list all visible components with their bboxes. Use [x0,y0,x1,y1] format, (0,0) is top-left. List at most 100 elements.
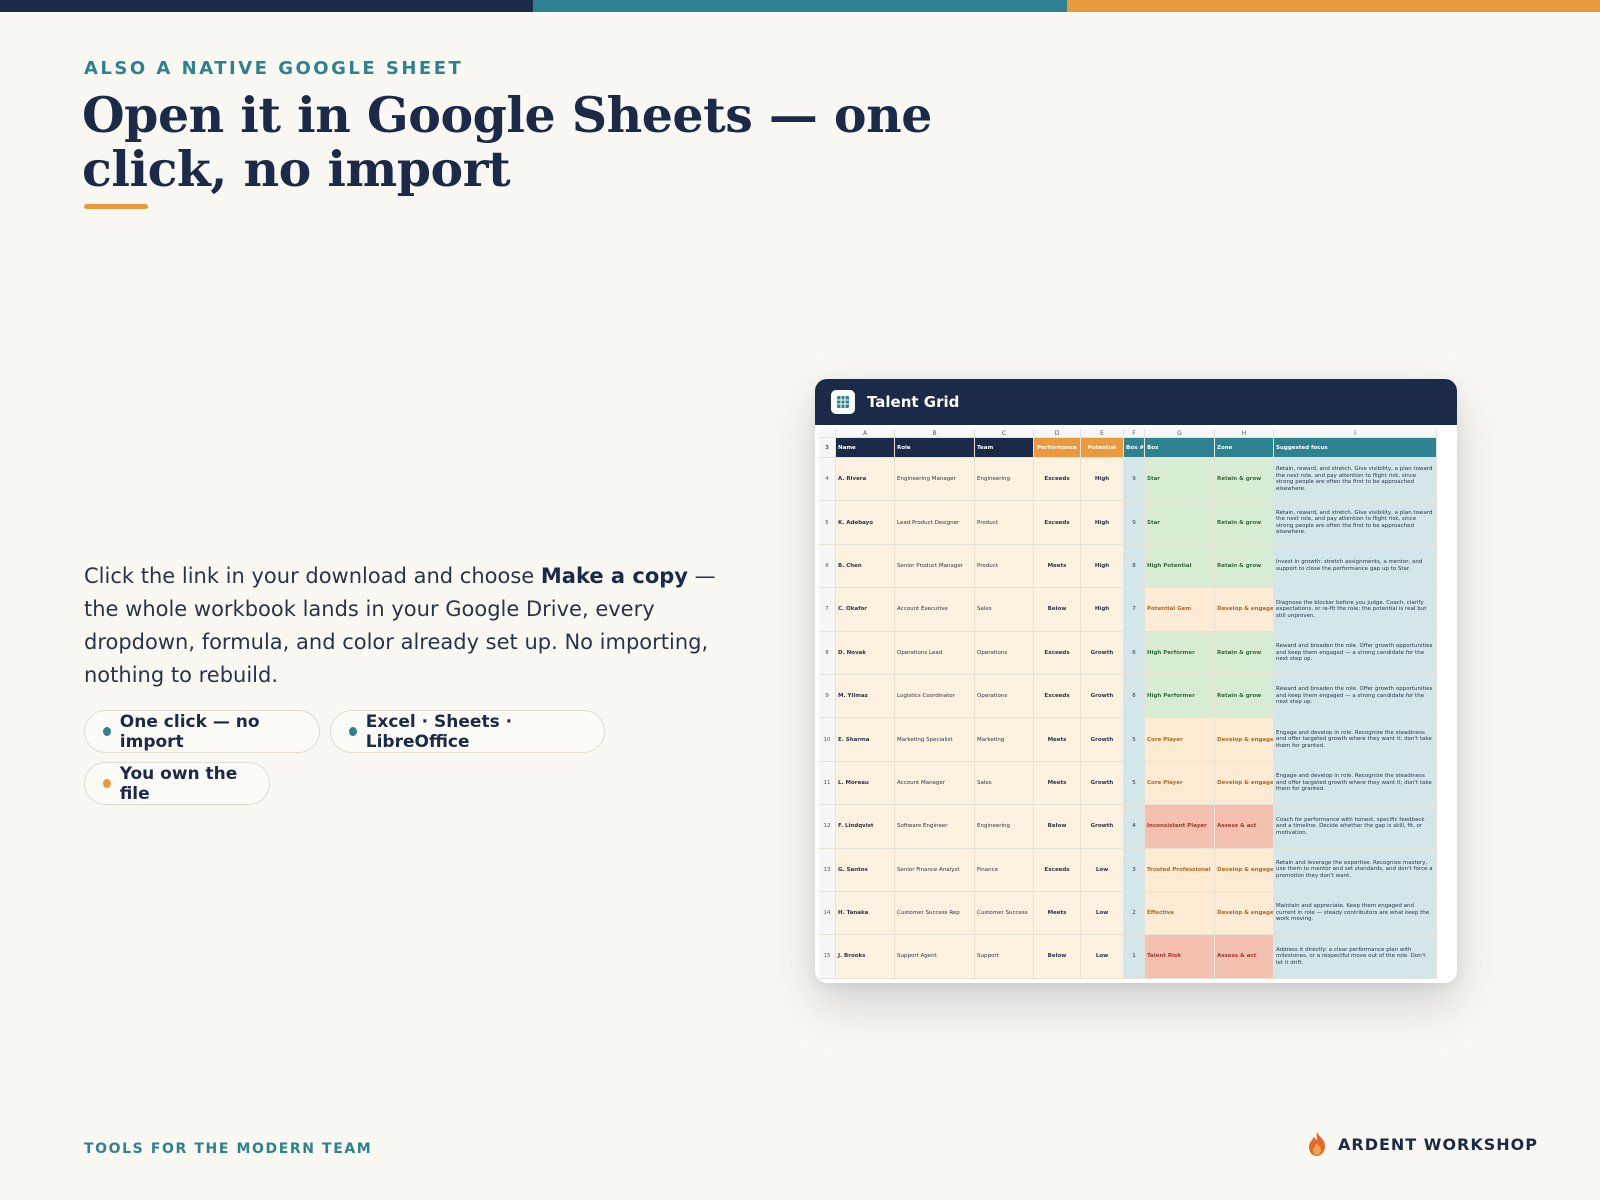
cell-potential: Low [1081,935,1124,979]
chip-label: One click — no import [119,711,260,752]
cell-zone: Develop & engage [1215,761,1274,806]
column-letter: I [1274,429,1437,438]
cell-name: K. Adebayo [836,501,895,545]
cell-box-number: 6 [1124,674,1145,719]
column-letter: H [1215,429,1274,438]
title-underline-accent [84,204,148,209]
cell-role: Support Agent [895,935,975,979]
cell-box-number: 3 [1124,848,1145,892]
column-header: Suggested focus [1274,438,1437,458]
cell-potential: High [1081,501,1124,545]
cell-zone: Retain & grow [1215,631,1274,675]
chip-dot-icon [349,727,357,736]
cell-role: Engineering Manager [895,458,975,502]
cell-team: Sales [975,761,1034,806]
cell-box: Star [1145,458,1215,502]
top-color-bar [0,0,1600,12]
table-row: 9 M. Yilmaz Logistics Coordinator Operation… [819,674,1437,719]
cell-zone: Retain & grow [1215,458,1274,502]
table-row: 11 L. Moreau Account Manager Sales Meets Grow… [819,761,1437,806]
cell-box-number: 4 [1124,805,1145,849]
cell-team: Customer Success [975,891,1034,936]
top-bar-segment-orange [1066,0,1600,12]
row-number: 5 [819,501,836,545]
cell-performance: Exceeds [1034,501,1081,545]
cell-role: Logistics Coordinator [895,674,975,719]
cell-team: Finance [975,848,1034,892]
feature-chip-ownership: You own the file [84,762,270,805]
cell-team: Engineering [975,458,1034,502]
column-letter-row: ABCDEFGHI [819,429,1437,438]
table-row: 8 D. Novak Operations Lead Operations Exceed… [819,631,1437,675]
cell-potential: High [1081,588,1124,632]
chip-dot-icon [103,779,111,788]
description-text-1: Click the link in your download and choo… [84,564,541,588]
cell-role: Lead Product Designer [895,501,975,545]
row-number: 9 [819,674,836,719]
column-header: Potential [1081,438,1124,458]
row-number: 3 [819,438,836,458]
cell-suggested-focus: Diagnose the blocker before you judge. C… [1274,588,1437,632]
cell-performance: Meets [1034,718,1081,762]
cell-name: J. Brooks [836,935,895,979]
column-letter: A [836,429,895,438]
cell-performance: Below [1034,588,1081,632]
cell-potential: Growth [1081,674,1124,719]
cell-performance: Meets [1034,761,1081,806]
chip-label: You own the file [119,763,238,804]
cell-box-number: 9 [1124,458,1145,502]
column-header: Team [975,438,1034,458]
cell-potential: Low [1081,891,1124,936]
cell-zone: Retain & grow [1215,501,1274,545]
cell-potential: High [1081,458,1124,502]
column-letter: B [895,429,975,438]
cell-performance: Meets [1034,544,1081,589]
table-row: 12 F. Lindqvist Software Engineer Engineeri… [819,805,1437,849]
cell-box: Effective [1145,891,1215,936]
table-row: 5 K. Adebayo Lead Product Designer Product E… [819,501,1437,545]
cell-role: Marketing Specialist [895,718,975,762]
cell-performance: Exceeds [1034,848,1081,892]
spreadsheet-grid: A B C D E F G H I 3 Name Role Team Performance Potenti… [819,429,1437,979]
table-row: 13 G. Santos Senior Finance Analyst Finance… [819,848,1437,892]
footer-tagline: TOOLS FOR THE MODERN TEAM [84,1141,373,1157]
spreadsheet-preview-card: Talent Grid A B C D E F G H I 3 Name Role Team Perfor… [815,379,1457,983]
column-letter: G [1145,429,1215,438]
table-row: 7 C. Okafor Account Executive Sales Below Hig… [819,588,1437,632]
cell-role: Account Executive [895,588,975,632]
cell-name: H. Tanaka [836,891,895,936]
cell-box-number: 5 [1124,718,1145,762]
cell-name: D. Novak [836,631,895,675]
cell-team: Sales [975,588,1034,632]
row-number: 12 [819,805,836,849]
cell-name: L. Moreau [836,761,895,806]
cell-potential: Growth [1081,761,1124,806]
cell-name: E. Sharma [836,718,895,762]
cell-box-number: 5 [1124,761,1145,806]
column-letter: F [1124,429,1145,438]
brand-name: ARDENT WORKSHOP [1338,1134,1538,1154]
table-row: 15 J. Brooks Support Agent Support Below Low 1… [819,935,1437,979]
spreadsheet-title-bar: Talent Grid [815,379,1457,425]
cell-suggested-focus: Retain and leverage the expertise. Recog… [1274,848,1437,892]
header-row: 3 Name Role Team Performance Potential Box # Bo… [819,438,1437,458]
column-header: Performance [1034,438,1081,458]
cell-role: Senior Product Manager [895,544,975,589]
cell-potential: Growth [1081,805,1124,849]
cell-role: Operations Lead [895,631,975,675]
cell-suggested-focus: Engage and develop in role. Recognize th… [1274,718,1437,762]
table-row: 6 B. Chen Senior Product Manager Product Mee… [819,544,1437,589]
corner-cell [819,429,836,438]
cell-box-number: 9 [1124,501,1145,545]
cell-box-number: 7 [1124,588,1145,632]
cell-zone: Assess & act [1215,805,1274,849]
cell-box-number: 2 [1124,891,1145,936]
cell-performance: Below [1034,805,1081,849]
cell-box-number: 8 [1124,544,1145,589]
column-letter: C [975,429,1034,438]
spreadsheet-icon [831,390,855,414]
eyebrow-label: ALSO A NATIVE GOOGLE SHEET [84,58,464,79]
cell-performance: Below [1034,935,1081,979]
row-number: 7 [819,588,836,632]
cell-box: Potential Gem [1145,588,1215,632]
